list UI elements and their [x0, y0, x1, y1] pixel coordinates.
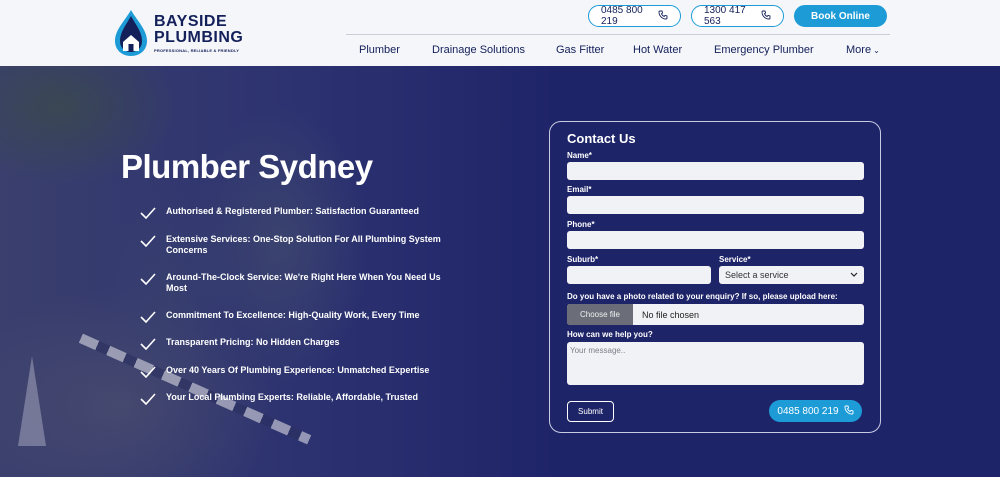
nav-more-label: More: [846, 44, 872, 56]
call-number: 0485 800 219: [777, 405, 839, 417]
suburb-field[interactable]: [567, 266, 711, 284]
phone-icon: [844, 405, 854, 418]
water-drop-icon: [112, 8, 150, 58]
traffic-cone-shape: [18, 356, 46, 446]
service-select-value: Select a service: [725, 270, 789, 280]
feature-text: Your Local Plumbing Experts: Reliable, A…: [166, 392, 419, 402]
file-status: No file chosen: [642, 309, 700, 320]
nav-item-plumber[interactable]: Plumber: [359, 44, 400, 56]
check-icon: [140, 206, 156, 220]
message-label: How can we help you?: [567, 330, 653, 339]
hero-title: Plumber Sydney: [121, 148, 373, 185]
feature-text: Around-The-Clock Service: We're Right He…: [166, 272, 441, 293]
feature-text: Transparent Pricing: No Hidden Charges: [166, 337, 340, 347]
feature-text: Authorised & Registered Plumber: Satisfa…: [166, 206, 420, 216]
logo-line1: BAYSIDE: [154, 12, 228, 30]
nav-divider: [346, 34, 890, 35]
feature-text: Commitment To Excellence: High-Quality W…: [166, 310, 420, 320]
contact-title: Contact Us: [567, 131, 636, 146]
check-icon: [140, 392, 156, 406]
upload-label: Do you have a photo related to your enqu…: [567, 292, 838, 301]
logo-tagline: PROFESSIONAL, RELIABLE & FRIENDLY: [154, 47, 240, 53]
phone-field[interactable]: [567, 231, 864, 249]
name-label: Name*: [567, 151, 592, 160]
logo[interactable]: BAYSIDE PLUMBING PROFESSIONAL, RELIABLE …: [112, 8, 252, 58]
chevron-down-icon: [850, 270, 858, 280]
service-select[interactable]: Select a service: [719, 266, 864, 284]
check-icon: [140, 234, 156, 248]
suburb-label: Suburb*: [567, 255, 599, 264]
feature-text: Over 40 Years Of Plumbing Experience: Un…: [166, 365, 430, 375]
contact-form: Contact Us Name* Email* Phone* Suburb* S…: [549, 121, 881, 433]
message-textarea[interactable]: Your message..: [567, 342, 864, 385]
check-icon: [140, 310, 156, 324]
nav-item-more[interactable]: More ⌄: [846, 44, 880, 56]
check-icon: [140, 272, 156, 286]
email-field[interactable]: [567, 196, 864, 214]
main-nav: Plumber Drainage Solutions Gas Fitter Ho…: [346, 36, 890, 64]
phone-label: Phone*: [567, 220, 595, 229]
name-field[interactable]: [567, 162, 864, 180]
chevron-down-icon: ⌄: [873, 45, 880, 55]
check-icon: [140, 337, 156, 351]
call-button[interactable]: 0485 800 219: [769, 400, 862, 422]
choose-file-button[interactable]: Choose file: [567, 304, 633, 325]
nav-item-hot-water[interactable]: Hot Water: [633, 44, 682, 56]
service-label: Service*: [719, 255, 751, 264]
phone-icon: [658, 10, 668, 23]
file-upload: Choose file No file chosen: [567, 304, 864, 325]
phone-number-primary: 0485 800 219: [601, 5, 643, 27]
nav-item-emergency[interactable]: Emergency Plumber: [714, 44, 814, 56]
phone-button-secondary[interactable]: 1300 417 563: [691, 5, 784, 27]
submit-button[interactable]: Submit: [567, 401, 614, 422]
book-online-button[interactable]: Book Online: [794, 5, 887, 27]
feature-text: Extensive Services: One-Stop Solution Fo…: [166, 234, 441, 255]
nav-item-drainage[interactable]: Drainage Solutions: [432, 44, 525, 56]
phone-button-primary[interactable]: 0485 800 219: [588, 5, 681, 27]
phone-icon: [761, 10, 771, 23]
check-icon: [140, 365, 156, 379]
site-header: BAYSIDE PLUMBING PROFESSIONAL, RELIABLE …: [0, 0, 1000, 66]
hero-section: Plumber Sydney Authorised & Registered P…: [0, 66, 1000, 477]
nav-item-gas-fitter[interactable]: Gas Fitter: [556, 44, 604, 56]
email-label: Email*: [567, 185, 592, 194]
logo-line2: PLUMBING: [154, 28, 244, 46]
phone-number-secondary: 1300 417 563: [704, 5, 746, 27]
